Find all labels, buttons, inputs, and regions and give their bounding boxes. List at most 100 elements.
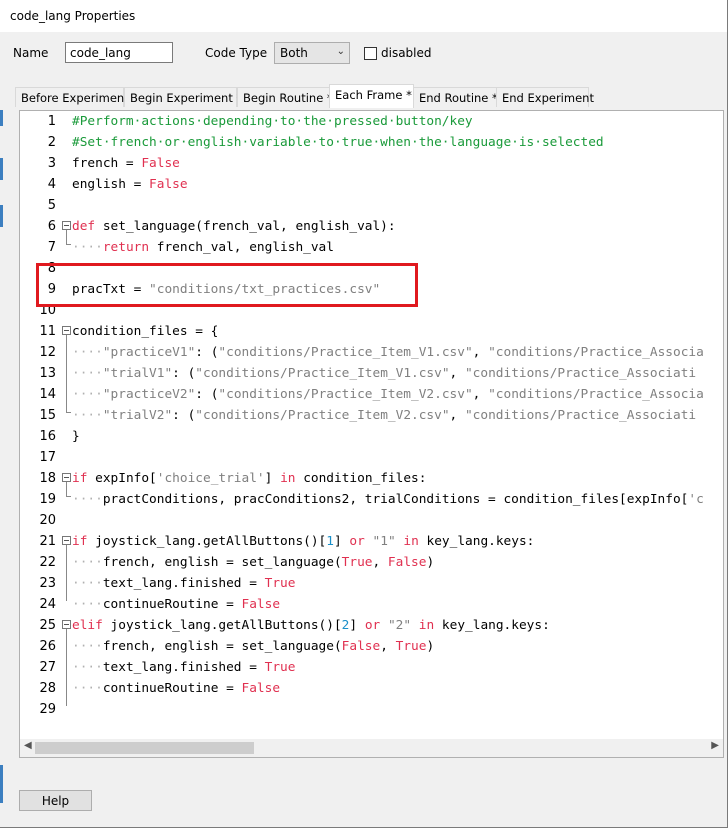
code-line[interactable]: 16} bbox=[20, 426, 723, 447]
code-token: , bbox=[449, 408, 465, 423]
name-input[interactable]: code_lang bbox=[65, 42, 173, 63]
code-line[interactable]: 14 ····"practiceV2": ("conditions/Practic… bbox=[20, 384, 723, 405]
code-line[interactable]: 22 ····french, english = set_language(Tru… bbox=[20, 552, 723, 573]
line-number: 27 bbox=[39, 660, 56, 675]
code-line[interactable]: 6 def set_language(french_val, english_va… bbox=[20, 216, 723, 237]
help-button[interactable]: Help bbox=[19, 790, 92, 811]
code-line[interactable]: 19 ····practConditions, pracConditions2, … bbox=[20, 489, 723, 510]
code-line[interactable]: 29 bbox=[20, 699, 723, 720]
code-token: } bbox=[72, 429, 80, 444]
code-text: if joystick_lang.getAllButtons()[1] or "… bbox=[72, 531, 534, 552]
code-line[interactable]: 1 #Perform·actions·depending·to·the·press… bbox=[20, 111, 723, 132]
code-token: key_lang.keys: bbox=[418, 534, 535, 549]
code-token: def bbox=[72, 219, 96, 234]
code-line[interactable]: 23 ····text_lang.finished = True bbox=[20, 573, 723, 594]
horizontal-scrollbar[interactable]: ◀ ▶ bbox=[20, 739, 723, 757]
line-number: 21 bbox=[39, 534, 56, 549]
code-token: if bbox=[72, 471, 88, 486]
line-number: 12 bbox=[39, 345, 56, 360]
code-token: "conditions/Practice_Item_V1.csv" bbox=[195, 366, 450, 381]
code-token: ···· bbox=[72, 681, 103, 696]
code-token: , bbox=[372, 555, 388, 570]
background-window-edge bbox=[0, 110, 3, 126]
code-token: #Set·french·or·english·variable·to·true·… bbox=[72, 135, 604, 150]
code-token: return bbox=[102, 240, 150, 255]
code-token: ] bbox=[349, 618, 365, 633]
line-number: 7 bbox=[47, 240, 56, 255]
code-line[interactable]: 18 if expInfo['choice_trial'] in conditio… bbox=[20, 468, 723, 489]
code-token: "conditions/Practice_Associati bbox=[464, 408, 697, 423]
code-type-select[interactable]: Both ⌄ bbox=[274, 42, 350, 64]
code-line[interactable]: 26 ····french, english = set_language(Fal… bbox=[20, 636, 723, 657]
code-token: joystick_lang.getAllButtons()[ bbox=[102, 618, 342, 633]
code-text: #Set·french·or·english·variable·to·true·… bbox=[72, 132, 604, 153]
code-token: "practiceV2" bbox=[102, 387, 196, 402]
code-line[interactable]: 13 ····"trialV1": ("conditions/Practice_I… bbox=[20, 363, 723, 384]
line-number: 6 bbox=[47, 219, 56, 234]
code-line[interactable]: 17 bbox=[20, 447, 723, 468]
code-line[interactable]: 27 ····text_lang.finished = True bbox=[20, 657, 723, 678]
code-token: french, english = set_language( bbox=[102, 639, 342, 654]
tab-begin-routine[interactable]: Begin Routine * bbox=[237, 87, 333, 107]
code-line[interactable]: 24 ····continueRoutine = False bbox=[20, 594, 723, 615]
tab-end-experiment[interactable]: End Experiment bbox=[496, 87, 594, 107]
code-line[interactable]: 28 ····continueRoutine = False bbox=[20, 678, 723, 699]
code-text: ····text_lang.finished = True bbox=[72, 657, 295, 678]
code-line[interactable]: 12 ····"practiceV1": ("conditions/Practic… bbox=[20, 342, 723, 363]
code-token: ···· bbox=[72, 660, 103, 675]
tab-before-experiment[interactable]: Before Experiment bbox=[15, 87, 129, 107]
code-token: ···· bbox=[72, 408, 103, 423]
code-token: continueRoutine = bbox=[102, 681, 242, 696]
code-token: "2" bbox=[387, 618, 412, 633]
code-editor[interactable]: 1 #Perform·actions·depending·to·the·press… bbox=[19, 110, 724, 758]
code-token: ···· bbox=[72, 597, 103, 612]
scrollbar-thumb[interactable] bbox=[35, 742, 254, 754]
code-token: False bbox=[241, 597, 281, 612]
tab-each-frame[interactable]: Each Frame * bbox=[329, 84, 414, 108]
code-type-value: Both bbox=[280, 46, 308, 60]
code-token: ···· bbox=[72, 345, 103, 360]
code-line[interactable]: 3 french = False bbox=[20, 153, 723, 174]
code-line[interactable]: 4 english = False bbox=[20, 174, 723, 195]
code-line[interactable]: 5 bbox=[20, 195, 723, 216]
code-line[interactable]: 25 elif joystick_lang.getAllButtons()[2] … bbox=[20, 615, 723, 636]
code-token: "trialV2" bbox=[102, 408, 173, 423]
tab-begin-experiment[interactable]: Begin Experiment * bbox=[124, 87, 242, 107]
code-text: ····"practiceV1": ("conditions/Practice_… bbox=[72, 342, 704, 363]
code-token: 'c bbox=[688, 492, 704, 507]
code-line[interactable]: 20 bbox=[20, 510, 723, 531]
line-number: 25 bbox=[39, 618, 56, 633]
code-text: def set_language(french_val, english_val… bbox=[72, 216, 396, 237]
code-token: condition_files = { bbox=[72, 324, 219, 339]
line-number: 2 bbox=[47, 135, 56, 150]
line-number: 22 bbox=[39, 555, 56, 570]
code-line[interactable]: 15 ····"trialV2": ("conditions/Practice_I… bbox=[20, 405, 723, 426]
code-token: practConditions, pracConditions2, trialC… bbox=[102, 492, 689, 507]
title-bar: code_lang Properties bbox=[0, 0, 727, 32]
code-token: , bbox=[472, 387, 489, 402]
name-label: Name bbox=[13, 46, 49, 60]
code-token: ···· bbox=[72, 366, 103, 381]
line-number: 3 bbox=[47, 156, 56, 171]
code-token: in bbox=[403, 534, 419, 549]
disabled-checkbox[interactable] bbox=[364, 47, 377, 60]
code-line[interactable]: 21 if joystick_lang.getAllButtons()[1] or… bbox=[20, 531, 723, 552]
line-number: 13 bbox=[39, 366, 56, 381]
code-line[interactable]: 7 ····return french_val, english_val bbox=[20, 237, 723, 258]
code-token: "conditions/Practice_Item_V1.csv" bbox=[218, 345, 473, 360]
code-token: ···· bbox=[72, 387, 103, 402]
code-text: ····"trialV2": ("conditions/Practice_Ite… bbox=[72, 405, 696, 426]
code-line[interactable]: 11 condition_files = { bbox=[20, 321, 723, 342]
background-window-edge bbox=[0, 158, 3, 180]
code-token: "1" bbox=[372, 534, 396, 549]
code-token: "conditions/Practice_Item_V2.csv" bbox=[218, 387, 473, 402]
scroll-left-icon[interactable]: ◀ bbox=[24, 740, 32, 751]
code-token: joystick_lang.getAllButtons()[ bbox=[87, 534, 327, 549]
code-text: ····practConditions, pracConditions2, tr… bbox=[72, 489, 704, 510]
tab-end-routine[interactable]: End Routine * bbox=[413, 87, 498, 107]
code-line[interactable]: 2 #Set·french·or·english·variable·to·true… bbox=[20, 132, 723, 153]
scroll-right-icon[interactable]: ▶ bbox=[711, 740, 719, 751]
code-text: if expInfo['choice_trial'] in condition_… bbox=[72, 468, 426, 489]
